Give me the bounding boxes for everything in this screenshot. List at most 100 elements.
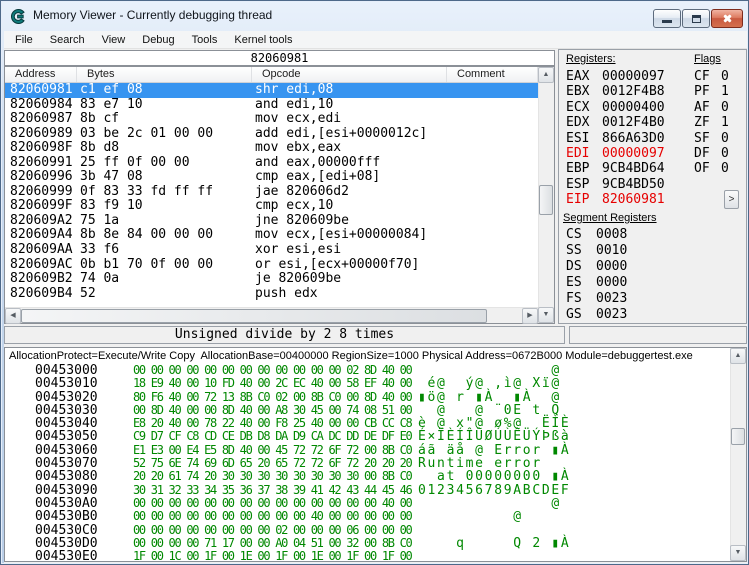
menu-item-kernel-tools[interactable]: Kernel tools: [227, 32, 299, 48]
hex-vertical-scrollbar[interactable]: ▲ ▼: [730, 348, 746, 561]
column-header-comment[interactable]: Comment: [447, 67, 538, 82]
disasm-row[interactable]: 8206099125 ff 0f 00 00and eax,00000fff: [5, 156, 538, 171]
register-name: EAX: [566, 69, 602, 84]
register-row[interactable]: ESI866A63D0: [566, 131, 665, 146]
register-row[interactable]: EBP9CB4BD64: [566, 161, 665, 176]
hex-ascii: [418, 550, 570, 561]
register-row[interactable]: EIP82060981: [566, 192, 665, 207]
register-value: 9CB4BD64: [602, 161, 665, 176]
disasm-bytes: 8b cf: [80, 112, 119, 127]
close-icon: [722, 13, 733, 24]
flag-row[interactable]: DF0: [694, 146, 729, 161]
hex-row[interactable]: 004530B000 00 00 00 00 00 00 00 00 00 40…: [5, 510, 729, 523]
hex-row[interactable]: 0045301018 E9 40 00 10 FD 40 00 2C EC 40…: [5, 377, 729, 390]
disasm-row[interactable]: 820609AA33 f6xor esi,esi: [5, 243, 538, 258]
disasm-row[interactable]: 820609878b cfmov ecx,edi: [5, 112, 538, 127]
segment-register-row: DS0000: [566, 259, 627, 275]
register-value: 00000097: [602, 69, 665, 84]
segment-register-row: SS0010: [566, 243, 627, 259]
hex-row[interactable]: 0045308020 20 61 74 20 30 30 30 30 30 30…: [5, 470, 729, 483]
flag-row[interactable]: OF0: [694, 161, 729, 176]
scroll-left-icon[interactable]: ◀: [5, 308, 21, 324]
flag-row[interactable]: PF1: [694, 84, 729, 99]
disasm-row[interactable]: 82060981c1 ef 08shr edi,08: [5, 83, 538, 98]
segment-value: 0000: [596, 275, 627, 291]
hex-row[interactable]: 004530E01F 00 1C 00 1F 00 1E 00 1F 00 1E…: [5, 550, 729, 561]
flag-row[interactable]: SF0: [694, 131, 729, 146]
disasm-vertical-scrollbar[interactable]: ▲ ▼: [538, 67, 554, 323]
disasm-hscroll-thumb[interactable]: [21, 309, 487, 323]
disasm-row[interactable]: 8206099F83 f9 10cmp ecx,10: [5, 199, 538, 214]
disasm-row[interactable]: 820609B452push edx: [5, 287, 538, 302]
hex-ascii: @: [418, 497, 570, 510]
hex-row[interactable]: 0045302080 F6 40 00 72 13 8B C0 02 00 8B…: [5, 391, 729, 404]
disasm-row[interactable]: 8206098483 e7 10and edi,10: [5, 98, 538, 113]
disasm-row[interactable]: 820609AC0b b1 70 0f 00 00or esi,[ecx+000…: [5, 258, 538, 273]
menu-item-file[interactable]: File: [8, 32, 40, 48]
hex-ascii: @: [418, 510, 570, 523]
hex-row[interactable]: 00453060E1 E3 00 E4 E5 8D 40 00 45 72 72…: [5, 444, 729, 457]
registers-list: EAX00000097EBX0012F4B8ECX00000400EDX0012…: [566, 69, 665, 208]
disasm-bytes: 0b b1 70 0f 00 00: [80, 258, 213, 273]
hex-bytes: 80 F6 40 00 72 13 8B C0 02 00 8B C0 00 8…: [133, 391, 411, 404]
register-row[interactable]: ESP9CB4BD50: [566, 177, 665, 192]
disasm-row[interactable]: 820609A275 1ajne 820609be: [5, 214, 538, 229]
scroll-up-icon[interactable]: ▲: [538, 67, 554, 83]
minimize-button[interactable]: [653, 9, 681, 28]
menu-item-search[interactable]: Search: [43, 32, 92, 48]
register-row[interactable]: EDI00000097: [566, 146, 665, 161]
menu-item-debug[interactable]: Debug: [135, 32, 181, 48]
flag-row[interactable]: CF0: [694, 69, 729, 84]
disasm-horizontal-scrollbar[interactable]: ◀ ▶: [5, 307, 538, 323]
disasm-address: 820609AC: [10, 258, 73, 273]
close-button[interactable]: [711, 9, 743, 28]
menu-bar: FileSearchViewDebugToolsKernel tools: [4, 31, 747, 49]
hex-row[interactable]: 004530A000 00 00 00 00 00 00 00 00 00 00…: [5, 497, 729, 510]
hex-row[interactable]: 0045303000 8D 40 00 00 8D 40 00 A8 30 45…: [5, 404, 729, 417]
scroll-down-icon[interactable]: ▼: [730, 545, 746, 561]
segment-register-row: ES0000: [566, 275, 627, 291]
register-row[interactable]: EDX0012F4B0: [566, 115, 665, 130]
scroll-right-icon[interactable]: ▶: [522, 308, 538, 324]
hex-row[interactable]: 004530C000 00 00 00 00 00 00 00 02 00 00…: [5, 524, 729, 537]
disasm-row[interactable]: 820609B274 0aje 820609be: [5, 272, 538, 287]
register-name: EDX: [566, 115, 602, 130]
hex-row[interactable]: 004530D000 00 00 00 71 17 00 00 A0 04 51…: [5, 537, 729, 550]
hex-row[interactable]: 00453050C9 D7 CF C8 CD CE DB D8 DA D9 CA…: [5, 430, 729, 443]
hex-row[interactable]: 0045309030 31 32 33 34 35 36 37 38 39 41…: [5, 484, 729, 497]
hex-row[interactable]: 00453040E8 20 40 00 78 22 40 00 F8 25 40…: [5, 417, 729, 430]
memory-region-info: AllocationProtect=Execute/Write Copy All…: [9, 350, 693, 362]
flag-name: SF: [694, 131, 721, 146]
address-input[interactable]: [4, 50, 555, 66]
flag-value: 0: [721, 69, 729, 84]
menu-item-tools[interactable]: Tools: [185, 32, 225, 48]
register-row[interactable]: ECX00000400: [566, 100, 665, 115]
column-header-bytes[interactable]: Bytes: [77, 67, 252, 82]
scroll-down-icon[interactable]: ▼: [538, 307, 554, 323]
disasm-row[interactable]: 820609990f 83 33 fd ff ffjae 820606d2: [5, 185, 538, 200]
register-value: 0012F4B0: [602, 115, 665, 130]
scroll-up-icon[interactable]: ▲: [730, 348, 746, 364]
flag-row[interactable]: AF0: [694, 100, 729, 115]
disasm-row[interactable]: 820609A48b 8e 84 00 00 00mov ecx,[esi+00…: [5, 228, 538, 243]
disasm-row[interactable]: 8206098F8b d8mov ebx,eax: [5, 141, 538, 156]
hex-row[interactable]: 0045307052 75 6E 74 69 6D 65 20 65 72 72…: [5, 457, 729, 470]
disasm-row[interactable]: 8206098903 be 2c 01 00 00add edi,[esi+00…: [5, 127, 538, 142]
flag-row[interactable]: ZF1: [694, 115, 729, 130]
hex-bytes: 20 20 61 74 20 30 30 30 30 30 30 30 30 0…: [133, 470, 411, 483]
disasm-vscroll-thumb[interactable]: [539, 185, 553, 215]
hex-address: 00453070: [35, 457, 98, 470]
disasm-bytes: 8b d8: [80, 141, 119, 156]
disasm-row[interactable]: 820609963b 47 08cmp eax,[edi+08]: [5, 170, 538, 185]
registers-expand-button[interactable]: >: [724, 190, 739, 209]
register-row[interactable]: EAX00000097: [566, 69, 665, 84]
hex-vscroll-thumb[interactable]: [731, 428, 745, 445]
hex-ascii: é@ ý@ ,ì@ Xï@: [418, 377, 570, 390]
hex-row[interactable]: 0045300000 00 00 00 00 00 00 00 00 00 00…: [5, 364, 729, 377]
maximize-button[interactable]: [682, 9, 710, 28]
disasm-address: 82060981: [10, 83, 73, 98]
menu-item-view[interactable]: View: [95, 32, 133, 48]
register-row[interactable]: EBX0012F4B8: [566, 84, 665, 99]
column-header-address[interactable]: Address: [5, 67, 77, 82]
column-header-opcode[interactable]: Opcode: [252, 67, 447, 82]
